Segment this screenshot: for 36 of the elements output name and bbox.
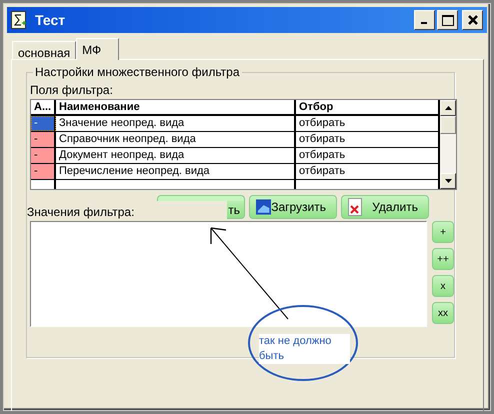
flag-cell: - bbox=[31, 148, 56, 163]
load-button[interactable]: Загрузить bbox=[249, 195, 337, 219]
tab[interactable]: основная bbox=[12, 41, 76, 59]
fields-label: Поля фильтра: bbox=[30, 83, 114, 99]
flag-cell: - bbox=[31, 164, 56, 179]
side-button[interactable]: xx bbox=[432, 302, 454, 324]
document-delete-icon bbox=[348, 198, 362, 216]
down-arrow-icon bbox=[444, 179, 452, 183]
values-field[interactable] bbox=[30, 221, 427, 327]
minimize-button[interactable] bbox=[414, 10, 435, 30]
close-icon bbox=[468, 15, 478, 25]
table-cell: Документ неопред. вида bbox=[56, 148, 296, 163]
table-cell: Значение неопред. вида bbox=[56, 116, 296, 131]
side-button[interactable]: + bbox=[432, 221, 454, 243]
annotation-note: так не должно быть bbox=[259, 334, 350, 364]
group-title: Настройки множественного фильтра bbox=[33, 65, 242, 79]
table-cell: Справочник неопред. вида bbox=[56, 132, 296, 147]
maximize-button[interactable] bbox=[437, 10, 458, 30]
delete-button[interactable]: Удалить bbox=[341, 195, 429, 219]
side-button[interactable]: ++ bbox=[432, 248, 454, 270]
close-button[interactable] bbox=[462, 10, 483, 30]
column-header[interactable]: Наименование bbox=[56, 100, 296, 114]
sigma-icon bbox=[11, 11, 27, 29]
save-button[interactable]: ть bbox=[227, 201, 245, 219]
maximize-icon bbox=[442, 14, 454, 26]
tab[interactable]: МФ bbox=[76, 38, 120, 60]
window-title: Тест bbox=[35, 12, 66, 28]
table-cell: Перечисление неопред. вида bbox=[56, 164, 296, 179]
screen-icon bbox=[256, 199, 272, 215]
side-button[interactable]: x bbox=[432, 275, 454, 297]
scrollbar[interactable] bbox=[440, 100, 456, 189]
flag-cell: - bbox=[31, 116, 56, 131]
up-arrow-icon bbox=[444, 106, 452, 110]
flag-cell: - bbox=[31, 132, 56, 147]
scroll-thumb[interactable] bbox=[440, 116, 456, 134]
column-header[interactable]: А... bbox=[31, 100, 56, 114]
